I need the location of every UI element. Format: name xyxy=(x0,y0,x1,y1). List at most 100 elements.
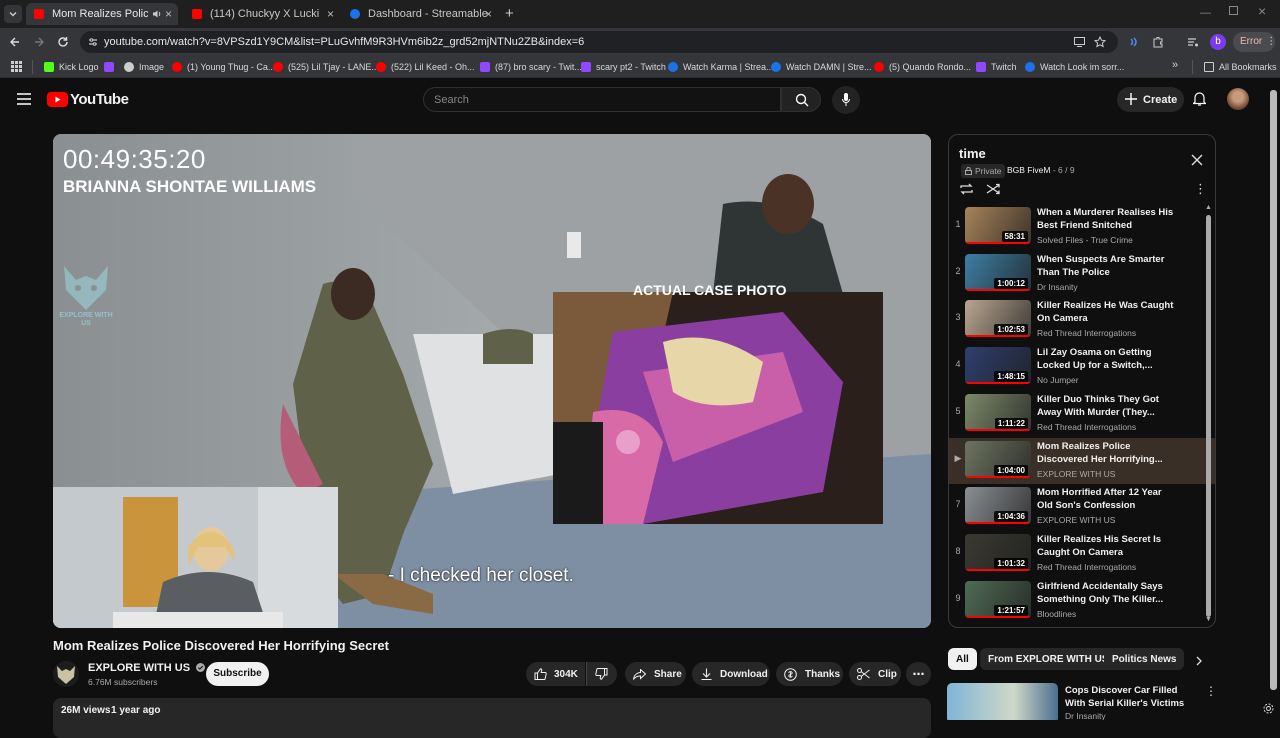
bookmark-label: Kick Logo xyxy=(59,62,99,72)
clip-label: Clip xyxy=(878,668,897,680)
playlist-item[interactable]: 3 1:02:53 Killer Realizes He Was Caught On… xyxy=(949,297,1215,343)
video-player[interactable]: 00:49:35:20 BRIANNA SHONTAE WILLIAMS EXP… xyxy=(53,134,931,628)
loop-icon[interactable] xyxy=(959,183,974,195)
bookmark-item[interactable]: Kick Logo xyxy=(44,60,99,74)
tab-search-button[interactable] xyxy=(4,5,22,23)
playlist-item-thumbnail: 1:01:32 xyxy=(965,533,1031,571)
minimize-icon[interactable]: — xyxy=(1200,7,1211,19)
browser-tab[interactable]: Dashboard - Streamable × xyxy=(342,3,498,25)
dislike-button[interactable] xyxy=(586,662,617,686)
bookmark-item[interactable]: Watch Karma | Strea... xyxy=(668,60,774,74)
new-tab-button[interactable]: + xyxy=(505,5,514,22)
back-arrow-icon[interactable] xyxy=(9,36,21,48)
scroll-down-icon[interactable]: ▼ xyxy=(1205,616,1212,623)
bookmark-label: Image xyxy=(139,62,165,72)
clip-button[interactable]: Clip xyxy=(849,662,901,686)
watch-progress-bar xyxy=(965,335,1031,338)
address-bar[interactable]: youtube.com/watch?v=8VPSzd1Y9CM&list=PLu… xyxy=(80,31,1118,53)
all-bookmarks-button[interactable]: All Bookmarks xyxy=(1204,60,1277,74)
playlist-item[interactable]: 7 1:04:36 Mom Horrified After 12 Year Old … xyxy=(949,484,1215,530)
interviewer-inset xyxy=(53,487,338,628)
bookmark-item[interactable]: (5) Quando Rondo... xyxy=(874,60,971,74)
puzzle-extensions-icon[interactable] xyxy=(1152,36,1164,48)
more-bookmarks-icon[interactable]: » xyxy=(1172,59,1178,71)
subscribe-button[interactable]: Subscribe xyxy=(206,662,269,686)
description-box[interactable]: 26M views 1 year ago xyxy=(53,698,931,738)
bookmark-item[interactable]: Image xyxy=(124,60,164,74)
url-text: youtube.com/watch?v=8VPSzd1Y9CM&list=PLu… xyxy=(104,36,585,48)
thanks-button[interactable]: Thanks xyxy=(776,662,843,686)
browser-tab[interactable]: Mom Realizes Police Disco × xyxy=(26,3,178,25)
notifications-bell-icon[interactable] xyxy=(1193,91,1206,106)
hamburger-menu-icon[interactable] xyxy=(17,93,31,105)
playlist-item[interactable]: ▶ 1:04:00 Mom Realizes Police Discovered H… xyxy=(949,437,1215,484)
playlist-item[interactable]: 5 1:11:22 Killer Duo Thinks They Got Away … xyxy=(949,391,1215,437)
playlist-item[interactable]: 4 1:48:15 Lil Zay Osama on Getting Locked … xyxy=(949,344,1215,390)
bookmark-item[interactable]: (522) Lil Keed - Oh... xyxy=(376,60,475,74)
apps-grid-icon[interactable] xyxy=(11,61,22,72)
create-button[interactable]: Create xyxy=(1117,87,1184,112)
shuffle-icon[interactable] xyxy=(986,183,1000,195)
playlist-owner[interactable]: BGB FiveM - 6 / 9 xyxy=(1007,165,1075,175)
chip-all[interactable]: All xyxy=(948,648,977,670)
recommended-menu-icon[interactable]: ⋮ xyxy=(1205,684,1217,698)
profile-avatar[interactable]: b xyxy=(1210,34,1226,50)
channel-name[interactable]: EXPLORE WITH US xyxy=(88,662,206,674)
twitch-icon xyxy=(976,62,986,72)
channel-avatar[interactable] xyxy=(53,661,79,687)
close-tab-icon[interactable]: × xyxy=(165,7,172,21)
close-tab-icon[interactable]: × xyxy=(327,7,334,21)
close-tab-icon[interactable]: × xyxy=(485,7,492,21)
scroll-up-icon[interactable]: ▲ xyxy=(1205,204,1212,211)
extension-icon[interactable] xyxy=(1128,36,1140,48)
restore-icon[interactable] xyxy=(1229,6,1238,15)
settings-gear-icon[interactable] xyxy=(1263,703,1274,714)
streamable-favicon-icon xyxy=(1025,62,1035,72)
media-controls-icon[interactable] xyxy=(1187,36,1199,48)
bookmark-label: All Bookmarks xyxy=(1219,62,1277,72)
chip-from-channel[interactable]: From EXPLORE WITH US xyxy=(980,648,1117,670)
bookmark-item[interactable]: Watch Look im sorr... xyxy=(1025,60,1124,74)
browser-tab[interactable]: (114) Chuckyy X Lucki Sample T × xyxy=(184,3,340,25)
reload-icon[interactable] xyxy=(57,36,69,48)
account-avatar[interactable] xyxy=(1227,88,1249,110)
case-photo-label: ACTUAL CASE PHOTO xyxy=(633,282,787,298)
playlist-item[interactable]: 9 1:21:57 Girlfriend Accidentally Says Som… xyxy=(949,578,1215,624)
bookmark-item[interactable]: (87) bro scary - Twit... xyxy=(480,60,582,74)
bookmark-item[interactable]: (1) Young Thug - Ca... xyxy=(172,60,275,74)
error-button[interactable]: Error ⋮ xyxy=(1233,32,1276,52)
close-window-icon[interactable]: × xyxy=(1258,3,1266,19)
page-scrollbar[interactable] xyxy=(1270,90,1277,690)
search-input[interactable]: Search xyxy=(423,87,781,112)
bookmark-item[interactable]: scary pt2 - Twitch xyxy=(581,60,666,74)
voice-search-button[interactable] xyxy=(832,86,860,114)
speaker-icon[interactable] xyxy=(152,9,162,19)
forward-arrow-icon[interactable] xyxy=(33,36,45,48)
youtube-logo[interactable]: YouTube xyxy=(47,91,129,108)
recommended-video[interactable]: Cops Discover Car Filled With Serial Kil… xyxy=(947,683,1217,720)
playlist-item[interactable]: 8 1:01:32 Killer Realizes His Secret Is Ca… xyxy=(949,531,1215,577)
playlist-title[interactable]: time xyxy=(959,146,986,161)
bookmark-item[interactable]: Watch DAMN | Stre... xyxy=(771,60,872,74)
bookmark-item[interactable]: Twitch xyxy=(976,60,1017,74)
chevron-right-icon[interactable] xyxy=(1195,656,1203,666)
playlist-menu-icon[interactable]: ⋮ xyxy=(1194,181,1207,197)
download-button[interactable]: Download xyxy=(692,662,770,686)
watermark-text: EXPLORE WITH US xyxy=(59,312,113,327)
bookmark-star-icon[interactable] xyxy=(1094,36,1106,48)
share-button[interactable]: Share xyxy=(625,662,686,686)
more-actions-button[interactable]: ⋯ xyxy=(906,662,931,686)
like-button[interactable]: 304K xyxy=(526,662,585,686)
bookmark-item[interactable]: (525) Lil Tjay - LANE... xyxy=(273,60,379,74)
playlist-scrollbar[interactable] xyxy=(1206,215,1211,617)
playlist-item[interactable]: 2 1:00:12 When Suspects Are Smarter Than T… xyxy=(949,251,1215,297)
search-button[interactable] xyxy=(781,87,821,112)
playlist-item[interactable]: 1 58:31 When a Murderer Realises His Best … xyxy=(949,204,1215,250)
close-playlist-icon[interactable] xyxy=(1191,154,1203,166)
install-app-icon[interactable] xyxy=(1074,37,1085,47)
tab-title: Dashboard - Streamable xyxy=(368,8,488,20)
bookmark-item[interactable] xyxy=(104,60,119,74)
playlist-panel: time Private BGB FiveM - 6 / 9 ⋮ 1 58:31 W… xyxy=(948,134,1216,628)
chip-politics-news[interactable]: Politics News xyxy=(1104,648,1185,670)
site-info-icon[interactable] xyxy=(88,37,98,47)
